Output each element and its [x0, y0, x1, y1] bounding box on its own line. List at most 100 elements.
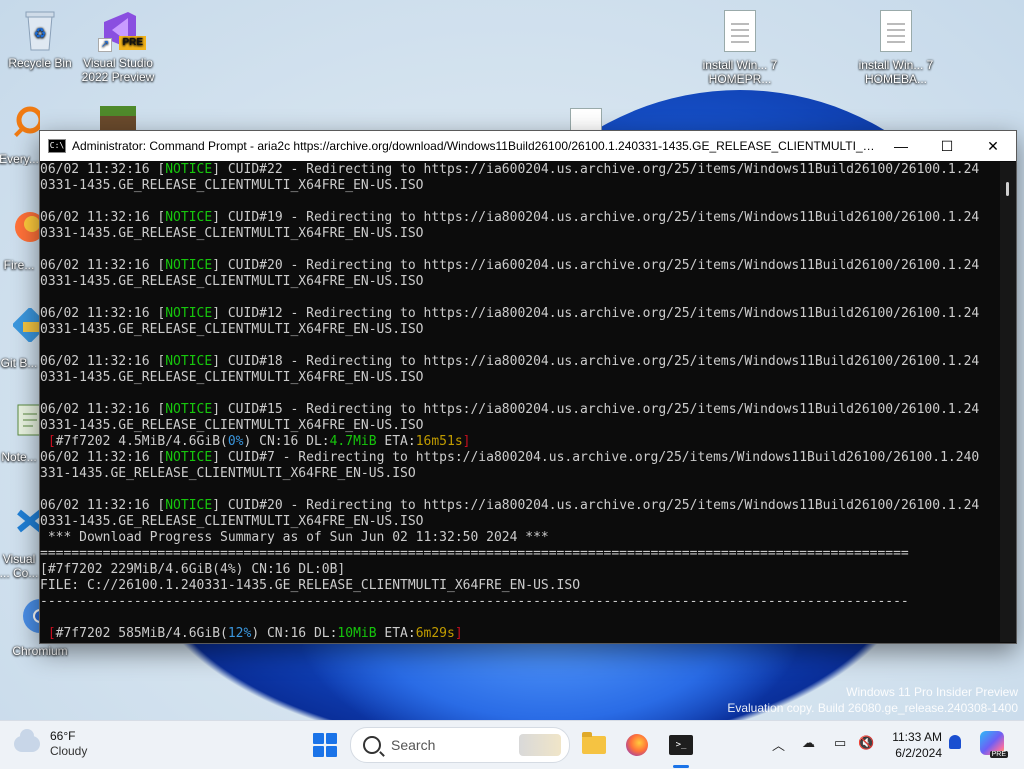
console-text: #7f7202 4.5MiB/4.6GiB( — [55, 434, 228, 449]
text-file-icon — [720, 10, 760, 54]
desktop-icon-label: Visual Studio 2022 Preview — [81, 56, 155, 84]
desktop-icon-visual-code[interactable]: Visual ... Co... — [0, 504, 40, 580]
console-text: 10MiB — [337, 626, 377, 641]
firefox-icon — [10, 210, 40, 254]
console-text: [#7f7202 229MiB/4.6GiB(4%) CN:16 DL:0B] — [40, 562, 346, 577]
desktop-icon-label: install Win... 7 HOMEBA... — [858, 58, 934, 86]
console-line: 0331-1435.GE_RELEASE_CLIENTMULTI_X64FRE_… — [40, 274, 1000, 290]
close-button[interactable]: ✕ — [970, 131, 1016, 161]
desktop-icon-recycle-bin[interactable]: ♻ Recycle Bin — [0, 8, 80, 70]
console-line: ----------------------------------------… — [40, 594, 1000, 610]
taskbar-terminal[interactable]: >_ — [665, 729, 697, 761]
console-text: NOTICE — [165, 402, 213, 417]
console-text: ========================================… — [40, 546, 909, 561]
folder-icon — [582, 732, 606, 754]
console-line: [#7f7202 4.5MiB/4.6GiB(0%) CN:16 DL:4.7M… — [40, 434, 1000, 450]
console-text: 331-1435.GE_RELEASE_CLIENTMULTI_X64FRE_E… — [40, 466, 416, 481]
console-line: FILE: C://26100.1.240331-1435.GE_RELEASE… — [40, 578, 1000, 594]
desktop-icon-everything[interactable]: Every... — [0, 104, 40, 166]
console-text: ) CN:16 DL: — [243, 434, 330, 449]
desktop-icon-visual-studio[interactable]: PRE ↗ Visual Studio 2022 Preview — [78, 8, 158, 84]
console-text: 0331-1435.GE_RELEASE_CLIENTMULTI_X64FRE_… — [40, 418, 424, 433]
console-line: 0331-1435.GE_RELEASE_CLIENTMULTI_X64FRE_… — [40, 514, 1000, 530]
console-output[interactable]: 06/02 11:32:16 [NOTICE] CUID#22 - Redire… — [40, 162, 1000, 642]
taskbar-search-box[interactable]: Search — [350, 727, 570, 763]
watermark-line: Windows 11 Pro Insider Preview — [846, 685, 1018, 699]
volume-muted-icon[interactable]: 🔇 — [858, 735, 874, 751]
console-text: 16m51s — [415, 434, 463, 449]
console-text: NOTICE — [165, 162, 213, 177]
evaluation-watermark: Windows 11 Pro Insider Preview Evaluatio… — [727, 684, 1018, 716]
console-text: 06/02 11:32:16 [ — [40, 354, 166, 369]
windows-logo-icon — [313, 733, 324, 744]
cloud-icon — [14, 729, 40, 752]
console-text: [ — [40, 626, 56, 641]
svg-text:♻: ♻ — [34, 25, 47, 41]
console-text: ETA: — [376, 434, 416, 449]
console-line: 06/02 11:32:16 [NOTICE] CUID#15 - Redire… — [40, 402, 1000, 418]
cloud-offline-icon[interactable]: ☁ — [802, 735, 815, 751]
clock-date: 6/2/2024 — [895, 746, 942, 760]
weather-widget[interactable]: 66°F Cloudy — [14, 729, 87, 759]
terminal-icon: >_ — [669, 735, 693, 755]
network-icon[interactable]: ▭ — [834, 735, 846, 751]
git-bash-icon — [10, 308, 40, 352]
console-text: NOTICE — [165, 354, 213, 369]
console-text: ) CN:16 DL: — [251, 626, 338, 641]
desktop-icon-notepad[interactable]: Note... — [0, 402, 40, 464]
maximize-button[interactable]: ☐ — [924, 131, 970, 161]
copilot-icon[interactable]: PRE — [980, 731, 1008, 758]
console-line: 0331-1435.GE_RELEASE_CLIENTMULTI_X64FRE_… — [40, 226, 1000, 242]
console-text: 0331-1435.GE_RELEASE_CLIENTMULTI_X64FRE_… — [40, 178, 424, 193]
start-button[interactable] — [313, 733, 337, 757]
console-text: ----------------------------------------… — [40, 594, 909, 609]
console-line: [#7f7202 585MiB/4.6GiB(12%) CN:16 DL:10M… — [40, 626, 1000, 642]
taskbar-clock[interactable]: 11:33 AM 6/2/2024 — [880, 729, 942, 761]
console-text: ] — [454, 626, 463, 641]
desktop-icon-install-homepr[interactable]: install Win... 7 HOMEPR... — [700, 10, 780, 86]
watermark-line: Evaluation copy. Build 26080.ge_release.… — [727, 701, 1018, 715]
console-line: 06/02 11:32:16 [NOTICE] CUID#7 - Redirec… — [40, 450, 1000, 466]
desktop-icon-git-bash[interactable]: Git B... — [0, 308, 40, 370]
minimize-button[interactable]: — — [878, 131, 924, 161]
console-text: 06/02 11:32:16 [ — [40, 258, 166, 273]
console-text: 06/02 11:32:16 [ — [40, 450, 166, 465]
console-text: 06/02 11:32:16 [ — [40, 210, 166, 225]
desktop-icon-label: Note... — [1, 450, 37, 464]
console-line: ========================================… — [40, 546, 1000, 562]
desktop-icon-firefox[interactable]: Fire... — [0, 210, 40, 272]
firefox-icon — [626, 734, 648, 756]
console-line: [#7f7202 229MiB/4.6GiB(4%) CN:16 DL:0B] — [40, 562, 1000, 578]
search-highlight-image — [519, 734, 561, 756]
taskbar-file-explorer[interactable] — [578, 729, 610, 761]
notification-bell-icon[interactable] — [949, 735, 961, 749]
console-line: 0331-1435.GE_RELEASE_CLIENTMULTI_X64FRE_… — [40, 418, 1000, 434]
scrollbar-thumb[interactable] — [1006, 182, 1009, 196]
shortcut-arrow-icon: ↗ — [98, 38, 112, 52]
vertical-scrollbar[interactable] — [1000, 162, 1016, 642]
console-line: 331-1435.GE_RELEASE_CLIENTMULTI_X64FRE_E… — [40, 466, 1000, 482]
weather-temperature: 66°F — [50, 729, 76, 743]
console-text: 0331-1435.GE_RELEASE_CLIENTMULTI_X64FRE_… — [40, 370, 424, 385]
console-text: 06/02 11:32:16 [ — [40, 162, 166, 177]
taskbar-firefox[interactable] — [621, 729, 653, 761]
console-text: ] CUID#7 - Redirecting to https://ia8002… — [212, 450, 980, 465]
command-prompt-window[interactable]: C:\ Administrator: Command Prompt - aria… — [39, 130, 1017, 644]
window-titlebar[interactable]: C:\ Administrator: Command Prompt - aria… — [40, 131, 1016, 161]
chevron-up-icon[interactable]: ︿ — [772, 735, 785, 754]
console-text: 06/02 11:32:16 [ — [40, 306, 166, 321]
console-text: 4.7MiB — [329, 434, 377, 449]
console-line: 06/02 11:32:16 [NOTICE] CUID#20 - Redire… — [40, 498, 1000, 514]
console-text: ] CUID#15 - Redirecting to https://ia800… — [212, 402, 980, 417]
console-text: 0331-1435.GE_RELEASE_CLIENTMULTI_X64FRE_… — [40, 514, 424, 529]
console-line: 0331-1435.GE_RELEASE_CLIENTMULTI_X64FRE_… — [40, 370, 1000, 386]
desktop-icon-install-homeba[interactable]: install Win... 7 HOMEBA... — [856, 10, 936, 86]
search-label: Search — [391, 737, 436, 753]
preview-badge: PRE — [119, 36, 146, 50]
console-text: ] — [462, 434, 471, 449]
